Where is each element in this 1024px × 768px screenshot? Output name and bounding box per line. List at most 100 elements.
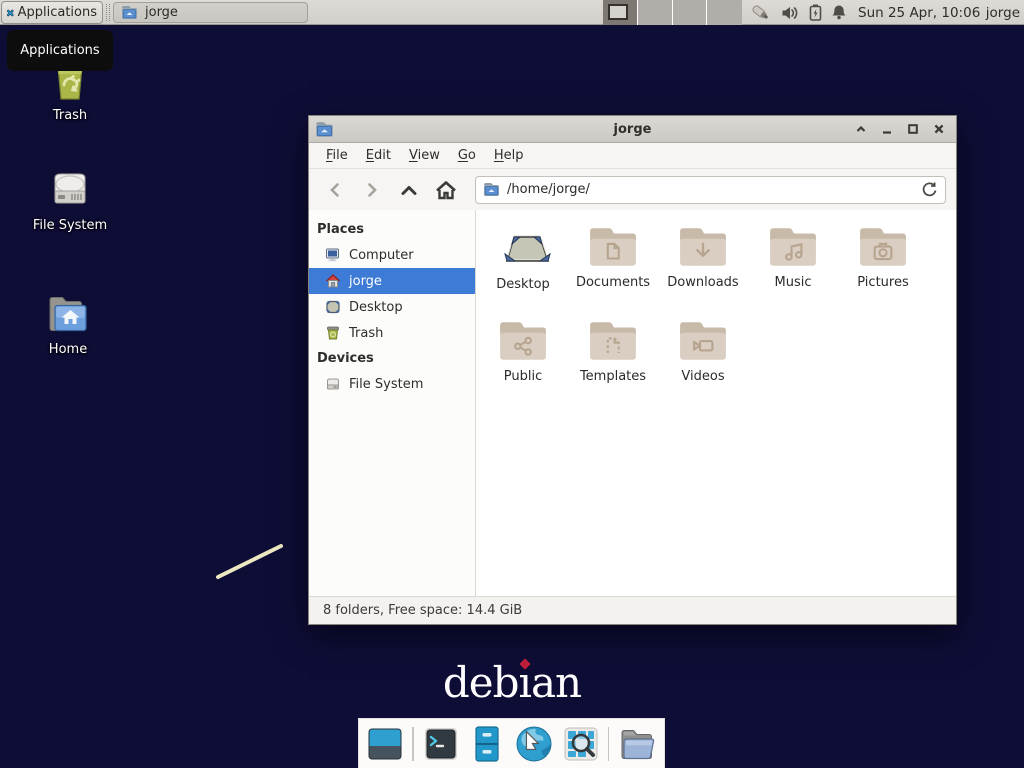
sidebar-item-label: File System: [349, 377, 423, 392]
menu-view[interactable]: View: [400, 144, 449, 167]
dock-separator: [608, 727, 610, 761]
workspace-4[interactable]: [707, 0, 742, 25]
maximize-button[interactable]: [904, 121, 921, 138]
menu-edit[interactable]: Edit: [357, 144, 400, 167]
menu-file[interactable]: File: [317, 144, 357, 167]
folder-music[interactable]: Music: [748, 224, 838, 318]
folder-public[interactable]: Public: [478, 318, 568, 412]
window-folder-icon: [315, 121, 334, 138]
sidebar-item-computer[interactable]: Computer: [309, 242, 475, 268]
debian-logo-text: deb: [443, 658, 519, 707]
desktop-icon-home[interactable]: Home: [13, 292, 123, 357]
desktop-icon: [325, 299, 341, 315]
panel-handle[interactable]: [106, 4, 110, 21]
sidebar-item-desktop[interactable]: Desktop: [309, 294, 475, 320]
status-text: 8 folders, Free space: 14.4 GiB: [323, 603, 522, 618]
desktop-icon-label: File System: [33, 218, 107, 233]
sidebar-item-label: Trash: [349, 326, 383, 341]
sidebar-item-trash[interactable]: Trash: [309, 320, 475, 346]
sidebar-item-label: Desktop: [349, 300, 403, 315]
hard-drive-icon: [47, 170, 93, 212]
reload-icon[interactable]: [921, 181, 938, 198]
sidebar-item-label: jorge: [349, 274, 382, 289]
home-folder-icon: [45, 292, 91, 336]
sidebar-item-jorge[interactable]: jorge: [309, 268, 475, 294]
home-icon: [325, 273, 341, 289]
file-cabinet-launcher[interactable]: [468, 725, 506, 763]
folder-label: Templates: [580, 369, 646, 384]
window-controls: [852, 121, 956, 138]
path-input[interactable]: /home/jorge/: [507, 182, 914, 197]
applications-menu-button[interactable]: Applications: [1, 1, 103, 24]
close-button[interactable]: [930, 121, 947, 138]
folder-documents[interactable]: Documents: [568, 224, 658, 318]
folder-label: Videos: [681, 369, 724, 384]
battery-charging-icon[interactable]: [809, 4, 822, 21]
panel-clock[interactable]: Sun 25 Apr, 10:06: [858, 0, 980, 25]
folder-pictures[interactable]: Pictures: [838, 224, 928, 318]
shade-button[interactable]: [852, 121, 869, 138]
music-folder-icon: [768, 224, 818, 268]
folder-window-icon: [121, 5, 138, 20]
pictures-folder-icon: [858, 224, 908, 268]
marker-tool-icon[interactable]: [750, 3, 772, 23]
workspace-3[interactable]: [673, 0, 708, 25]
debian-logo-text: an: [531, 658, 581, 707]
statusbar: 8 folders, Free space: 14.4 GiB: [309, 596, 956, 624]
folder-videos[interactable]: Videos: [658, 318, 748, 412]
file-manager-launcher[interactable]: [617, 725, 657, 763]
menu-go[interactable]: Go: [449, 144, 485, 167]
path-folder-icon: [483, 182, 500, 197]
public-folder-icon: [498, 318, 548, 362]
folder-label: Public: [504, 369, 542, 384]
forward-button[interactable]: [356, 175, 388, 205]
folder-desktop[interactable]: Desktop: [478, 224, 568, 318]
folder-label: Pictures: [857, 275, 908, 290]
workspace-2[interactable]: [638, 0, 673, 25]
volume-icon[interactable]: [781, 5, 800, 21]
home-button[interactable]: [430, 175, 462, 205]
folder-label: Downloads: [667, 275, 738, 290]
notifications-bell-icon[interactable]: [831, 4, 847, 21]
folder-label: Music: [775, 275, 812, 290]
show-desktop-button[interactable]: [366, 725, 404, 763]
taskbar-window-button[interactable]: jorge: [113, 2, 308, 23]
dock-separator: [412, 727, 414, 761]
terminal-launcher[interactable]: [422, 725, 460, 763]
panel-username[interactable]: jorge: [986, 0, 1020, 25]
templates-folder-icon: [588, 318, 638, 362]
location-bar[interactable]: /home/jorge/: [475, 176, 946, 204]
videos-folder-icon: [678, 318, 728, 362]
xfce-applications-icon: [7, 5, 14, 21]
folder-templates[interactable]: Templates: [568, 318, 658, 412]
system-tray: [750, 0, 847, 25]
file-cabinet-icon: [468, 725, 506, 763]
terminal-icon: [422, 725, 460, 763]
dock-panel: [358, 718, 665, 768]
minimize-button[interactable]: [878, 121, 895, 138]
debian-wallpaper-logo: debıan: [0, 658, 1024, 707]
sidebar-item-file-system[interactable]: File System: [309, 371, 475, 397]
menubar: File Edit View Go Help: [309, 143, 956, 169]
application-finder-launcher[interactable]: [562, 725, 600, 763]
folder-label: Desktop: [496, 277, 550, 292]
workspace-window-thumb: [608, 4, 628, 20]
desktop-icon-file-system[interactable]: File System: [15, 170, 125, 233]
folder-downloads[interactable]: Downloads: [658, 224, 748, 318]
web-browser-globe-icon: [514, 724, 554, 764]
menu-help[interactable]: Help: [485, 144, 533, 167]
workspace-pager: [603, 0, 742, 25]
folder-label: Documents: [576, 275, 650, 290]
folder-view: Desktop Documents: [476, 210, 956, 596]
taskbar-window-label: jorge: [145, 5, 178, 20]
workspace-1[interactable]: [603, 0, 638, 25]
window-body: Places Computer: [309, 210, 956, 596]
up-button[interactable]: [393, 175, 425, 205]
downloads-folder-icon: [678, 224, 728, 268]
show-desktop-icon: [366, 725, 404, 763]
sidebar: Places Computer: [309, 210, 476, 596]
back-button[interactable]: [319, 175, 351, 205]
window-titlebar[interactable]: jorge: [309, 116, 956, 143]
application-finder-icon: [562, 725, 600, 763]
web-browser-launcher[interactable]: [514, 724, 554, 764]
